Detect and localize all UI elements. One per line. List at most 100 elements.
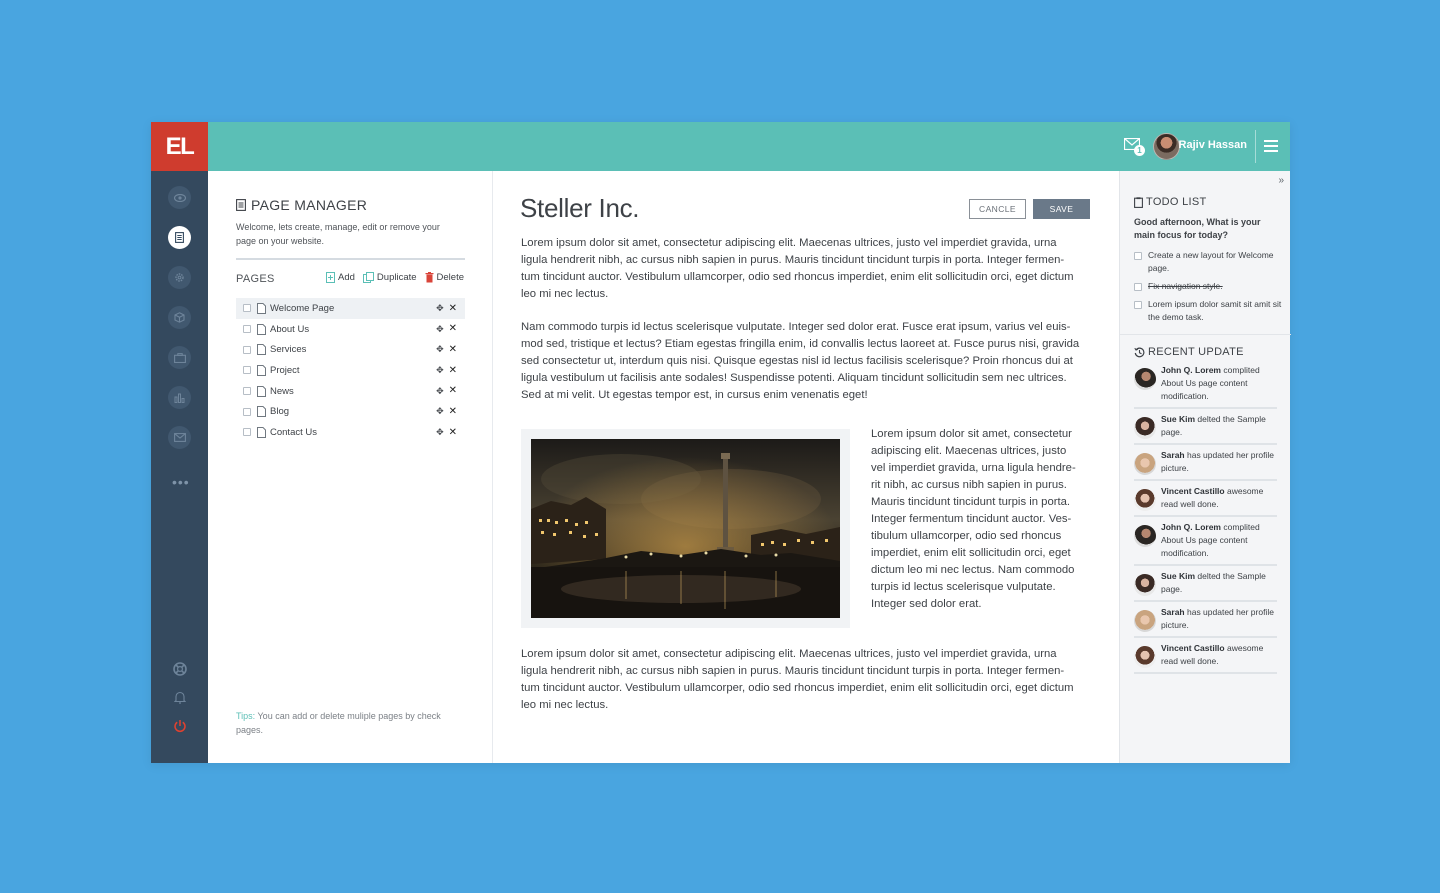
sidebar-item-preview[interactable]: [168, 186, 191, 209]
update-user[interactable]: Vincent Castillo: [1161, 486, 1225, 496]
pages-heading: PAGES: [236, 273, 275, 285]
sidebar-item-analytics[interactable]: [168, 386, 191, 409]
page-checkbox[interactable]: [243, 387, 251, 396]
page-row-news[interactable]: News ✥ ✕: [236, 381, 465, 402]
user-avatar[interactable]: [1153, 133, 1180, 160]
remove-icon[interactable]: ✕: [449, 427, 457, 438]
cancel-button[interactable]: CANCLE: [969, 199, 1026, 219]
page-checkbox[interactable]: [243, 325, 251, 334]
page-row-blog[interactable]: Blog ✥ ✕: [236, 401, 465, 422]
mail-notification-button[interactable]: 1: [1124, 138, 1146, 156]
app-logo[interactable]: EL: [151, 122, 208, 171]
remove-icon[interactable]: ✕: [449, 406, 457, 417]
page-row-contact[interactable]: Contact Us ✥ ✕: [236, 422, 465, 443]
content-paragraph[interactable]: Lorem ipsum dolor sit amet, consectetur …: [521, 646, 1080, 714]
update-item[interactable]: John Q. Lorem complited About Us page co…: [1134, 521, 1277, 566]
update-user[interactable]: Sarah: [1161, 450, 1185, 460]
eye-icon: [173, 193, 186, 202]
trash-icon: [425, 272, 434, 283]
update-item[interactable]: Sarah has updated her profile picture.: [1134, 449, 1277, 481]
page-icon: [257, 426, 266, 438]
avatar: [1134, 489, 1156, 511]
save-button[interactable]: SAVE: [1033, 199, 1090, 219]
todo-checkbox[interactable]: [1134, 301, 1142, 309]
page-manager-title: PAGE MANAGER: [236, 197, 367, 213]
todo-item[interactable]: Lorem ipsum dolor samit sit amit sit the…: [1134, 298, 1284, 324]
update-user[interactable]: Sue Kim: [1161, 414, 1195, 424]
content-paragraph[interactable]: Nam commodo turpis id lectus scelerisque…: [521, 319, 1080, 404]
page-row-welcome[interactable]: Welcome Page ✥ ✕: [236, 298, 465, 319]
move-icon[interactable]: ✥: [436, 386, 444, 397]
update-item[interactable]: Vincent Castillo awesome read well done.: [1134, 642, 1277, 674]
divider: [236, 258, 465, 260]
page-checkbox[interactable]: [243, 345, 251, 354]
page-checkbox[interactable]: [243, 428, 251, 437]
update-user[interactable]: John Q. Lorem: [1161, 365, 1221, 375]
remove-icon[interactable]: ✕: [449, 344, 457, 355]
content-paragraph[interactable]: Lorem ipsum dolor sit amet, consectetur …: [521, 235, 1080, 303]
update-user[interactable]: Sarah: [1161, 607, 1185, 617]
move-icon[interactable]: ✥: [436, 406, 444, 417]
todo-item[interactable]: Create a new layout for Welcome page.: [1134, 249, 1284, 275]
bar-chart-icon: [174, 393, 185, 403]
gear-icon: [175, 273, 184, 282]
update-item[interactable]: Sue Kim delted the Sample page.: [1134, 413, 1277, 445]
duplicate-page-button[interactable]: Duplicate: [362, 272, 417, 283]
update-item[interactable]: Sarah has updated her profile picture.: [1134, 606, 1277, 638]
move-icon[interactable]: ✥: [436, 324, 444, 335]
logout-button[interactable]: [172, 718, 188, 734]
content-image[interactable]: [521, 429, 850, 628]
topbar-divider: [1255, 130, 1256, 163]
briefcase-icon: [173, 352, 186, 363]
app-window: EL 1 Rajiv Hassan ••• PAGE MANAGER Welco…: [151, 122, 1291, 763]
todo-title-text: TODO LIST: [1146, 196, 1207, 208]
page-icon: [257, 302, 266, 314]
move-icon[interactable]: ✥: [436, 344, 444, 355]
page-checkbox[interactable]: [243, 304, 251, 313]
remove-icon[interactable]: ✕: [449, 324, 457, 334]
todo-item[interactable]: Fix navigation style.: [1134, 280, 1284, 293]
page-label: Services: [270, 344, 307, 356]
remove-icon[interactable]: ✕: [449, 365, 457, 376]
sidebar-item-portfolio[interactable]: [168, 346, 191, 369]
add-page-button[interactable]: Add: [326, 272, 355, 283]
mail-icon: [173, 433, 186, 442]
sidebar-item-settings[interactable]: [168, 266, 191, 289]
page-checkbox[interactable]: [243, 407, 251, 416]
update-item[interactable]: John Q. Lorem complited About Us page co…: [1134, 364, 1277, 409]
notifications-button[interactable]: [172, 689, 188, 705]
move-icon[interactable]: ✥: [436, 427, 444, 438]
more-icon[interactable]: •••: [172, 474, 190, 490]
move-icon[interactable]: ✥: [436, 303, 444, 314]
divider: [1120, 334, 1291, 335]
recent-update-title-text: RECENT UPDATE: [1148, 346, 1244, 358]
page-checkbox[interactable]: [243, 366, 251, 375]
collapse-panel-icon[interactable]: »: [1278, 175, 1284, 186]
move-icon[interactable]: ✥: [436, 365, 444, 376]
page-row-about[interactable]: About Us ✥ ✕: [236, 319, 465, 340]
todo-checkbox[interactable]: [1134, 252, 1142, 260]
page-title[interactable]: Steller Inc.: [520, 193, 640, 224]
page-actions: Add Duplicate Delete: [326, 272, 464, 283]
sidebar-item-messages[interactable]: [168, 426, 191, 449]
remove-icon[interactable]: ✕: [449, 386, 457, 396]
remove-icon[interactable]: ✕: [449, 303, 457, 314]
update-item[interactable]: Sue Kim delted the Sample page.: [1134, 570, 1277, 602]
user-name[interactable]: Rajiv Hassan: [1179, 139, 1247, 151]
sidebar-item-modules[interactable]: [168, 306, 191, 329]
menu-icon[interactable]: [1264, 140, 1278, 152]
update-user[interactable]: Vincent Castillo: [1161, 643, 1225, 653]
content-paragraph[interactable]: Lorem ipsum dolor sit amet, consectetur …: [871, 426, 1083, 613]
help-button[interactable]: [172, 661, 188, 677]
page-icon: [257, 385, 266, 397]
todo-checkbox[interactable]: [1134, 283, 1142, 291]
delete-page-button[interactable]: Delete: [425, 272, 464, 283]
page-row-services[interactable]: Services ✥ ✕: [236, 339, 465, 360]
clipboard-icon: [1134, 196, 1143, 208]
page-label: News: [270, 385, 294, 397]
update-user[interactable]: John Q. Lorem: [1161, 522, 1221, 532]
sidebar-item-pages[interactable]: [168, 226, 191, 249]
page-row-project[interactable]: Project ✥ ✕: [236, 360, 465, 381]
update-user[interactable]: Sue Kim: [1161, 571, 1195, 581]
update-item[interactable]: Vincent Castillo awesome read well done.: [1134, 485, 1277, 517]
